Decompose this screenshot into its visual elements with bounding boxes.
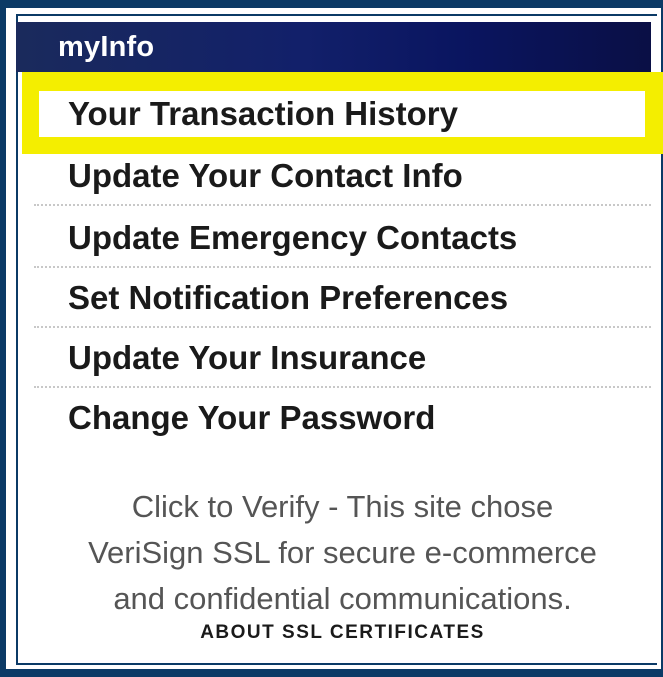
menu-item-change-password[interactable]: Change Your Password: [34, 388, 651, 448]
panel-title: myInfo: [58, 31, 155, 63]
verisign-verify-text[interactable]: Click to Verify - This site chose VeriSi…: [30, 484, 655, 622]
verify-line-2: VeriSign SSL for secure e-commerce: [88, 535, 597, 570]
menu-item-update-insurance[interactable]: Update Your Insurance: [34, 328, 651, 388]
verify-line-3: and confidential communications.: [113, 581, 572, 616]
menu-item-update-emergency-contacts[interactable]: Update Emergency Contacts: [34, 208, 651, 268]
menu-item-transaction-history[interactable]: Your Transaction History: [34, 84, 651, 144]
menu-item-set-notification-preferences[interactable]: Set Notification Preferences: [34, 268, 651, 328]
menu-item-update-contact-info[interactable]: Update Your Contact Info: [34, 146, 651, 206]
verify-line-1: Click to Verify - This site chose: [131, 489, 554, 524]
panel-header: myInfo: [16, 22, 651, 72]
about-ssl-certificates-link[interactable]: ABOUT SSL CERTIFICATES: [30, 622, 655, 644]
